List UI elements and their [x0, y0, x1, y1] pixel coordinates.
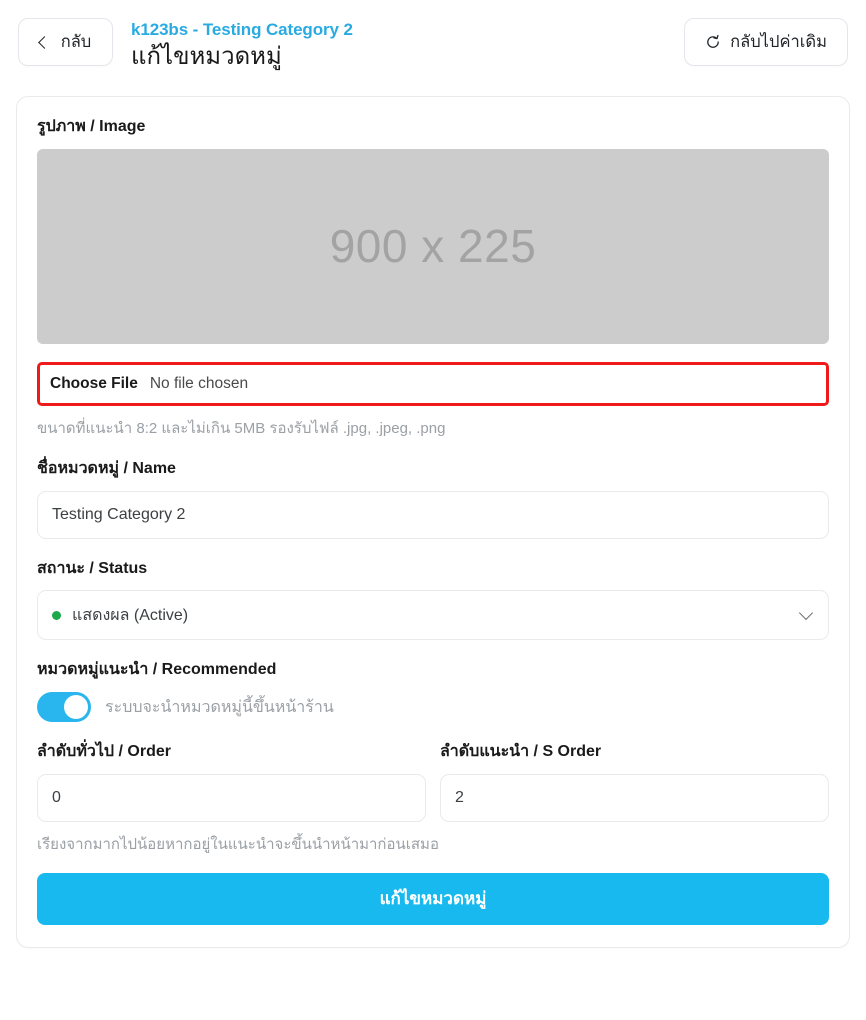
s-order-label: ลำดับแนะนำ / S Order [440, 743, 602, 761]
toggle-knob [64, 695, 88, 720]
chevron-left-icon [37, 35, 51, 49]
status-dot-icon [52, 610, 61, 620]
recommended-label: หมวดหมู่แนะนำ / Recommended [37, 661, 277, 679]
back-button[interactable]: กลับ [18, 18, 113, 66]
recommended-toggle[interactable] [37, 692, 91, 723]
selected-file-name: No file chosen [149, 374, 249, 392]
status-field-group: สถานะ / Status แสดงผล (Active) [37, 559, 829, 641]
page-title: แก้ไขหมวดหมู่ [131, 43, 282, 71]
image-field-group: รูปภาพ / Image 900 x 225 Choose File No … [37, 117, 829, 439]
image-helper-text: ขนาดที่แนะนำ 8:2 และไม่เกิน 5MB รองรับไฟ… [37, 419, 446, 437]
status-label: สถานะ / Status [37, 559, 148, 577]
choose-file-button[interactable]: Choose File [50, 375, 138, 393]
recommended-toggle-row: ระบบจะนำหมวดหมู่นี้ขึ้นหน้าร้าน [37, 692, 829, 723]
breadcrumb: k123bs - Testing Category 2 [131, 20, 353, 39]
status-select[interactable]: แสดงผล (Active) [37, 590, 829, 641]
chevron-down-icon [798, 606, 814, 621]
reset-to-default-button[interactable]: กลับไปค่าเดิม [684, 18, 848, 66]
back-button-label: กลับ [60, 33, 92, 51]
image-label: รูปภาพ / Image [37, 118, 146, 135]
order-fields-row: ลำดับทั่วไป / Order ลำดับแนะนำ / S Order [37, 742, 829, 822]
name-label: ชื่อหมวดหมู่ / Name [37, 459, 176, 477]
order-helper-text: เรียงจากมากไปน้อยหากอยู่ในแนะนำจะขึ้นนำห… [37, 835, 439, 853]
recommended-caption: ระบบจะนำหมวดหมู่นี้ขึ้นหน้าร้าน [105, 698, 334, 716]
page-root: กลับ k123bs - Testing Category 2 แก้ไขหม… [0, 0, 866, 1020]
file-upload-input[interactable]: Choose File No file chosen [37, 361, 829, 406]
reset-button-label: กลับไปค่าเดิม [730, 33, 827, 51]
image-preview: 900 x 225 [37, 148, 829, 344]
name-field-group: ชื่อหมวดหมู่ / Name [37, 459, 829, 539]
status-selected-value: แสดงผล (Active) [72, 606, 189, 624]
refresh-icon [705, 34, 721, 50]
order-input[interactable] [37, 773, 426, 822]
order-label: ลำดับทั่วไป / Order [37, 743, 171, 761]
image-dimensions-text: 900 x 225 [329, 220, 537, 273]
title-block: k123bs - Testing Category 2 แก้ไขหมวดหมู… [131, 18, 684, 72]
submit-button[interactable]: แก้ไขหมวดหมู่ [37, 872, 829, 925]
recommended-field-group: หมวดหมู่แนะนำ / Recommended ระบบจะนำหมวด… [37, 660, 829, 723]
category-edit-card: รูปภาพ / Image 900 x 225 Choose File No … [16, 96, 850, 948]
order-field-group: ลำดับทั่วไป / Order [37, 742, 426, 822]
s-order-field-group: ลำดับแนะนำ / S Order [440, 742, 829, 822]
page-header: กลับ k123bs - Testing Category 2 แก้ไขหม… [0, 0, 866, 92]
s-order-input[interactable] [440, 773, 829, 822]
name-input[interactable] [37, 490, 829, 539]
